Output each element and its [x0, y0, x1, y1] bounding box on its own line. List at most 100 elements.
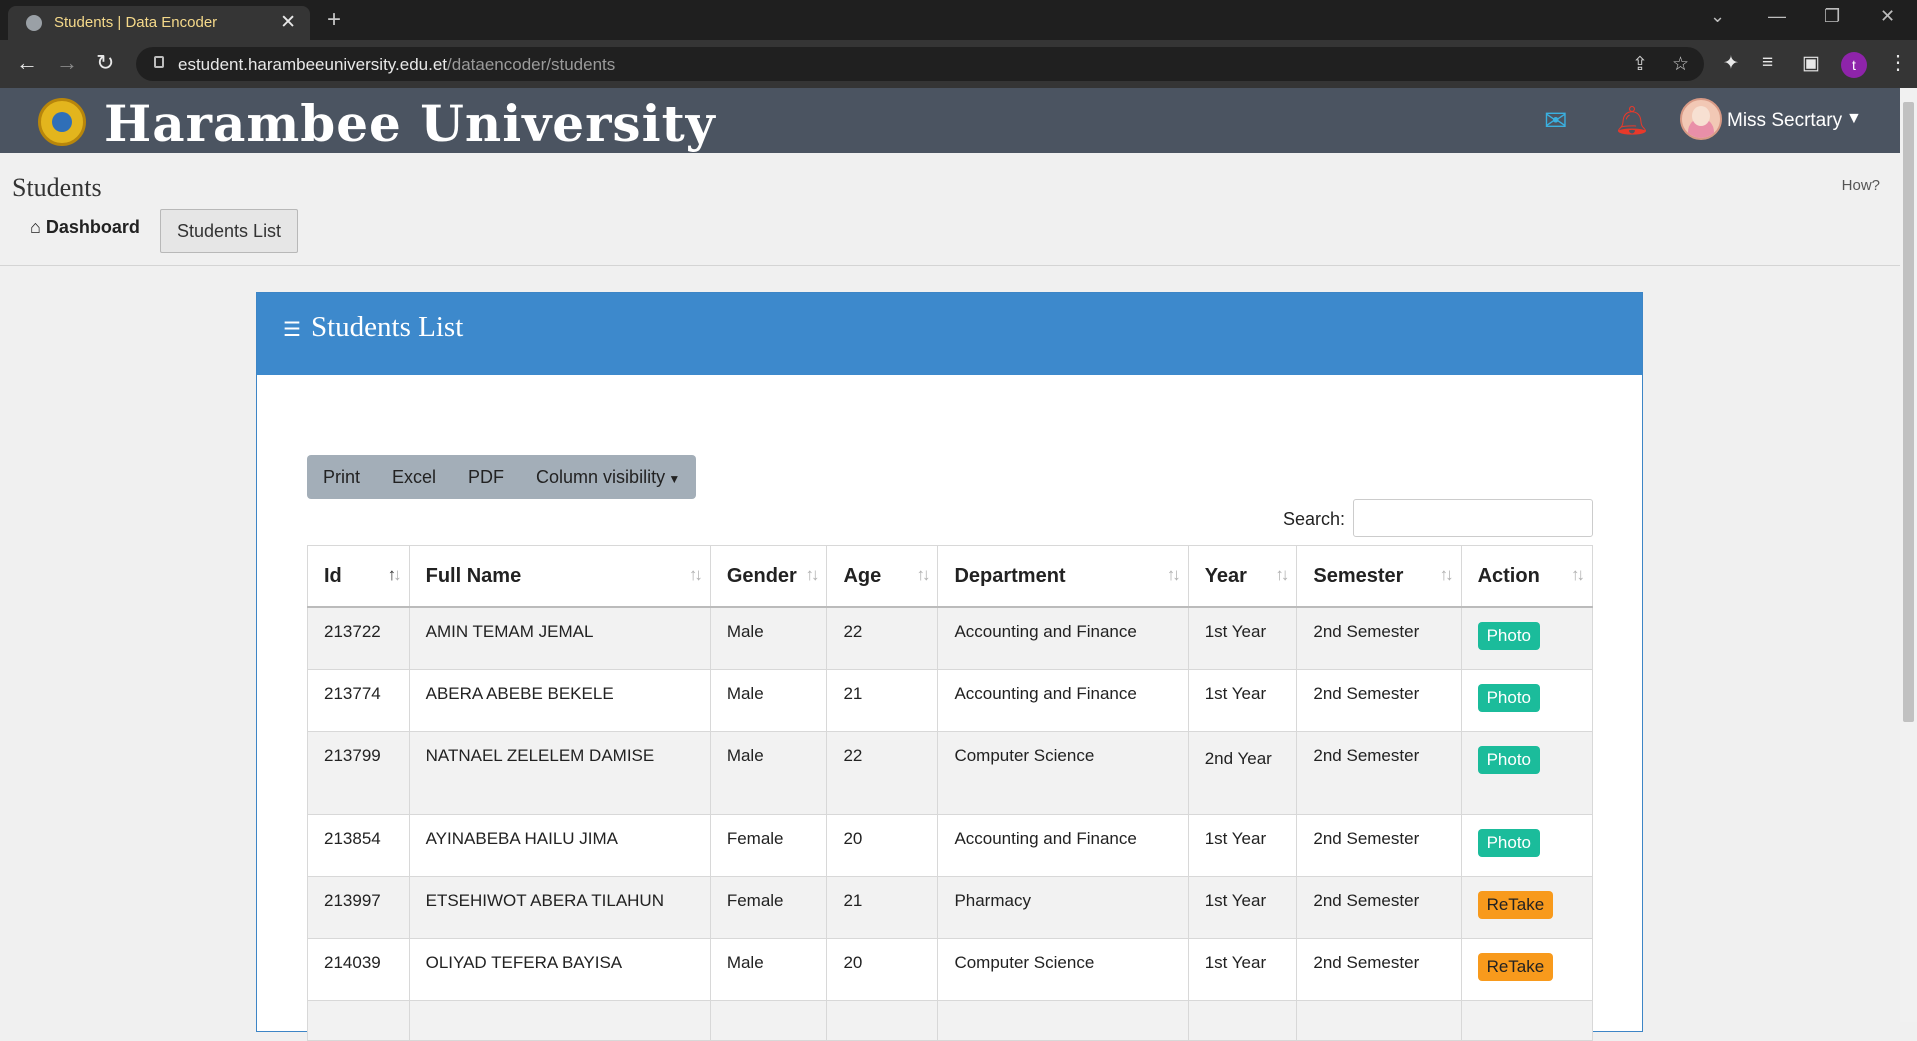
- column-visibility-button[interactable]: Column visibility ▼: [520, 455, 696, 499]
- breadcrumb-students-list[interactable]: Students List: [160, 209, 299, 253]
- column-header-gender[interactable]: Gender ↑↓: [709, 545, 828, 608]
- column-label: Department: [954, 564, 1066, 587]
- new-tab-icon[interactable]: +: [327, 6, 341, 34]
- excel-button[interactable]: Excel: [376, 455, 452, 499]
- cell-age: 21: [826, 668, 939, 732]
- user-name[interactable]: Miss Secrtary: [1727, 110, 1842, 132]
- photo-button[interactable]: Photo: [1477, 622, 1541, 650]
- cell-year: 2nd Year: [1187, 730, 1298, 815]
- reading-list-icon[interactable]: ≡: [1762, 52, 1773, 74]
- cell-action: Photo: [1460, 730, 1594, 815]
- sort-icon: ↑↓: [1571, 565, 1585, 584]
- cell-year: 1st Year: [1187, 668, 1298, 732]
- column-label: Age: [843, 564, 882, 587]
- cell-full-name: OLIYAD TEFERA BAYISA: [408, 937, 711, 1001]
- export-button-group: Print Excel PDF Column visibility ▼: [307, 455, 697, 499]
- side-panel-icon[interactable]: ▣: [1802, 52, 1820, 75]
- column-label: Action: [1477, 564, 1540, 587]
- messages-icon[interactable]: ✉: [1544, 104, 1567, 137]
- help-link[interactable]: How?: [1842, 177, 1880, 194]
- cell-id: 214039: [307, 937, 410, 1001]
- cell-id: 213774: [307, 668, 410, 732]
- column-header-age[interactable]: Age ↑↓: [826, 545, 939, 608]
- extensions-icon[interactable]: ✦: [1723, 52, 1739, 75]
- scrollbar-thumb[interactable]: [1903, 102, 1914, 722]
- profile-avatar[interactable]: t: [1841, 52, 1867, 78]
- retake-button[interactable]: ReTake: [1477, 952, 1554, 981]
- column-header-id[interactable]: Id ↑↓: [307, 545, 410, 608]
- browser-tab[interactable]: Students | Data Encoder ✕: [8, 6, 310, 40]
- minimize-icon[interactable]: —: [1768, 6, 1786, 27]
- pdf-button[interactable]: PDF: [452, 455, 520, 499]
- url-text: estudent.harambeeuniversity.edu.et/datae…: [178, 55, 615, 75]
- sort-icon: ↑↓: [805, 565, 819, 584]
- user-menu-caret-icon[interactable]: ▼: [1846, 110, 1862, 128]
- breadcrumb-dashboard-label: Dashboard: [45, 217, 140, 237]
- column-header-full-name[interactable]: Full Name ↑↓: [408, 545, 711, 608]
- column-visibility-label: Column visibility: [536, 467, 666, 487]
- cell-semester: 2nd Semester: [1296, 875, 1462, 939]
- students-card: ☰ Students List Print Excel PDF Column v…: [256, 292, 1643, 1041]
- caret-down-icon: ▼: [665, 472, 681, 486]
- column-header-year[interactable]: Year ↑↓: [1187, 545, 1298, 608]
- restore-icon[interactable]: ❐: [1824, 6, 1840, 27]
- sort-icon: ↑↓: [1275, 565, 1289, 584]
- university-logo[interactable]: [38, 98, 86, 146]
- column-label: Id: [324, 564, 342, 587]
- page-scrollbar[interactable]: [1900, 88, 1917, 1022]
- cell-full-name: AYINABEBA HAILU JIMA: [408, 813, 711, 877]
- card-header: ☰ Students List: [257, 293, 1642, 375]
- home-icon: ⌂: [30, 217, 46, 237]
- cell-gender: Male: [709, 606, 828, 670]
- table-row: 213799 NATNAEL ZELELEM DAMISE Male 22 Co…: [307, 730, 1594, 815]
- photo-button[interactable]: Photo: [1477, 828, 1541, 857]
- cell-year: 1st Year: [1187, 875, 1298, 939]
- print-button[interactable]: Print: [307, 455, 376, 499]
- cell-department: Pharmacy: [937, 875, 1189, 939]
- address-bar[interactable]: estudent.harambeeuniversity.edu.et/datae…: [136, 47, 1704, 81]
- cell-department: Accounting and Finance: [937, 813, 1189, 877]
- user-avatar[interactable]: [1680, 98, 1722, 140]
- back-icon[interactable]: ←: [16, 50, 38, 76]
- retake-button[interactable]: ReTake: [1477, 890, 1554, 919]
- close-tab-icon[interactable]: ✕: [280, 11, 296, 34]
- cell-semester: 2nd Semester: [1296, 606, 1462, 670]
- photo-button[interactable]: Photo: [1477, 683, 1541, 712]
- cell-year: 1st Year: [1187, 606, 1298, 670]
- bookmark-star-icon[interactable]: ☆: [1672, 53, 1689, 76]
- table-row: 213722 AMIN TEMAM JEMAL Male 22 Accounti…: [307, 606, 1594, 670]
- column-header-action[interactable]: Action ↑↓: [1460, 545, 1594, 608]
- table-row: 213854 AYINABEBA HAILU JIMA Female 20 Ac…: [307, 813, 1594, 877]
- cell-department: Accounting and Finance: [937, 668, 1189, 732]
- cell-department: Computer Science: [937, 730, 1189, 815]
- search-input[interactable]: [1353, 499, 1593, 537]
- brand-name[interactable]: Harambee University: [104, 94, 716, 153]
- sort-icon: ↑↓: [688, 565, 703, 584]
- table-row: 214039 OLIYAD TEFERA BAYISA Male 20 Comp…: [307, 937, 1594, 1001]
- table-header-row: Id ↑↓ Full Name ↑↓ Gender ↑↓ Age ↑↓ Departme…: [307, 545, 1594, 608]
- cell-id: 213722: [307, 606, 410, 670]
- column-label: Full Name: [425, 564, 522, 587]
- share-icon[interactable]: ⇪: [1632, 53, 1648, 76]
- notifications-bell-icon[interactable]: 🔔︎: [1614, 104, 1650, 137]
- cell-gender: Male: [709, 937, 828, 1001]
- cell-action: Photo: [1460, 668, 1594, 732]
- breadcrumb-dashboard[interactable]: ⌂ Dashboard: [30, 217, 140, 238]
- cell-age: 20: [826, 937, 939, 1001]
- column-header-department[interactable]: Department ↑↓: [937, 545, 1189, 608]
- tab-search-icon[interactable]: ⌄: [1710, 6, 1725, 27]
- sort-icon: ↑↓: [1166, 565, 1181, 584]
- cell-semester: 2nd Semester: [1296, 813, 1462, 877]
- reload-icon[interactable]: ↻: [96, 50, 114, 76]
- cell-year: 1st Year: [1187, 937, 1298, 1001]
- browser-menu-icon[interactable]: ⋮: [1888, 50, 1908, 75]
- site-header: Harambee University ✉ 🔔︎ Miss Secrtary ▼: [0, 88, 1900, 153]
- close-window-icon[interactable]: ✕: [1880, 6, 1895, 27]
- cell-id: [307, 999, 410, 1041]
- forward-icon[interactable]: →: [56, 50, 78, 76]
- column-header-semester[interactable]: Semester ↑↓: [1296, 545, 1462, 608]
- photo-button[interactable]: Photo: [1477, 745, 1541, 774]
- column-label: Year: [1204, 564, 1247, 587]
- page-header: Students How? ⌂ Dashboard Students List: [0, 153, 1900, 266]
- cell-department: Accounting and Finance: [937, 606, 1189, 670]
